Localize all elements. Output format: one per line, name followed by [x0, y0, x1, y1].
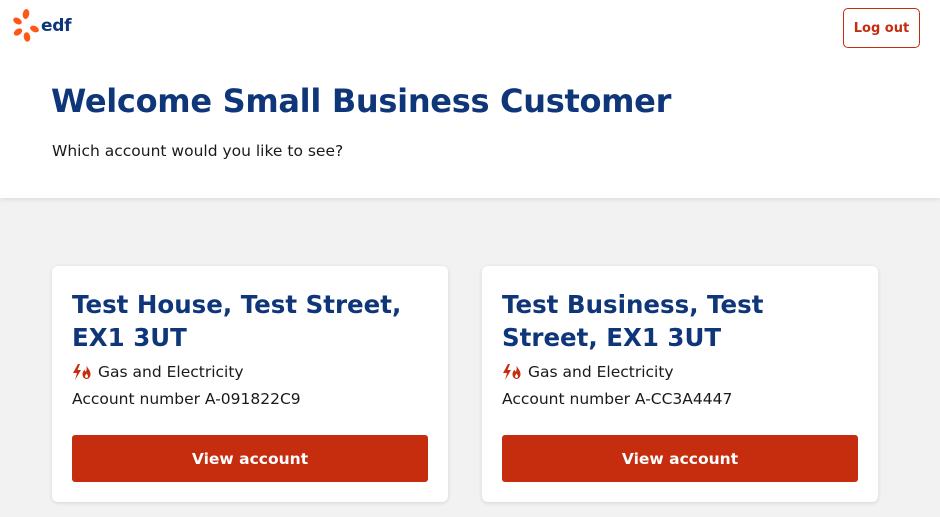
edf-logo[interactable]: edf [13, 9, 72, 42]
fuel-type-label: Gas and Electricity [528, 363, 674, 381]
view-account-button[interactable]: View account [502, 435, 858, 482]
page-subtitle: Which account would you like to see? [52, 142, 344, 160]
fuel-type-label: Gas and Electricity [98, 363, 244, 381]
account-number: Account number A-CC3A4447 [502, 390, 733, 408]
logout-button[interactable]: Log out [843, 8, 920, 48]
account-address: Test Business, Test Street, EX1 3UT [502, 290, 764, 352]
fuel-type: Gas and Electricity [502, 363, 674, 381]
logo-wordmark: edf [41, 15, 72, 36]
account-address: Test House, Test Street, EX1 3UT [72, 290, 402, 352]
gas-electricity-icon [502, 364, 522, 380]
header-panel: edf Log out Welcome Small Business Custo… [0, 0, 940, 198]
edf-sun-icon [13, 9, 39, 42]
gas-electricity-icon [72, 364, 92, 380]
account-number: Account number A-091822C9 [72, 390, 301, 408]
view-account-button[interactable]: View account [72, 435, 428, 482]
fuel-type: Gas and Electricity [72, 363, 244, 381]
account-card: Test House, Test Street, EX1 3UT Gas and… [52, 266, 448, 502]
account-card: Test Business, Test Street, EX1 3UT Gas … [482, 266, 878, 502]
page-title: Welcome Small Business Customer [51, 82, 672, 120]
